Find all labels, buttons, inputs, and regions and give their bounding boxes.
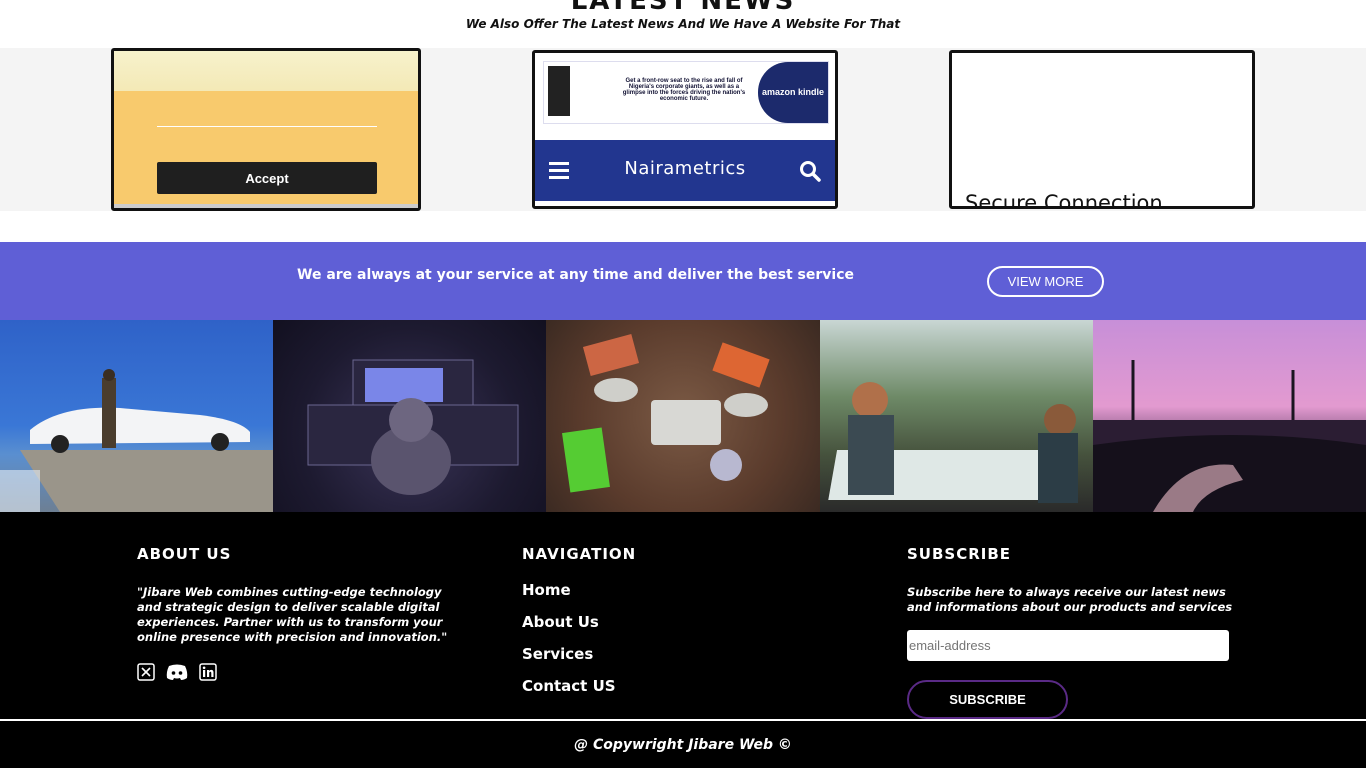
nav-link-services[interactable]: Services bbox=[522, 645, 636, 663]
navigation-section: NAVIGATION Home About Us Services Contac… bbox=[522, 545, 636, 695]
social-links bbox=[137, 663, 467, 681]
news-card-nairametrics[interactable]: Get a front-row seat to the rise and fal… bbox=[532, 50, 838, 209]
site-footer: ABOUT US "Jibare Web combines cutting-ed… bbox=[0, 512, 1366, 768]
about-us-section: ABOUT US "Jibare Web combines cutting-ed… bbox=[137, 545, 467, 681]
scrollbar bbox=[114, 204, 418, 208]
advertisement-banner[interactable]: Get a front-row seat to the rise and fal… bbox=[543, 61, 829, 124]
nairametrics-navbar: Nairametrics bbox=[535, 140, 835, 201]
discord-icon[interactable] bbox=[165, 663, 189, 681]
subscribe-section: SUBSCRIBE Subscribe here to always recei… bbox=[907, 545, 1237, 719]
gallery-image-car[interactable] bbox=[0, 320, 274, 512]
nairametrics-logo[interactable]: Nairametrics bbox=[535, 158, 835, 179]
footer-divider bbox=[0, 719, 1366, 721]
nav-link-about-us[interactable]: About Us bbox=[522, 613, 636, 631]
ad-text: Get a front-row seat to the rise and fal… bbox=[622, 78, 746, 102]
image-gallery bbox=[0, 320, 1366, 512]
cookie-banner-top bbox=[114, 51, 418, 91]
copyright-text: @ Copywright Jibare Web © bbox=[574, 737, 792, 753]
nav-link-home[interactable]: Home bbox=[522, 581, 636, 599]
latest-news-title: LATEST NEWS bbox=[570, 0, 796, 16]
view-more-button[interactable]: VIEW MORE bbox=[987, 266, 1104, 297]
subscribe-button[interactable]: SUBSCRIBE bbox=[907, 680, 1068, 719]
accept-button[interactable]: Accept bbox=[157, 162, 377, 194]
email-field[interactable] bbox=[907, 630, 1229, 661]
book-cover-image bbox=[548, 66, 570, 116]
latest-news-header: LATEST NEWS We Also Offer The Latest New… bbox=[0, 0, 1366, 48]
secure-connection-text: Secure Connection bbox=[965, 191, 1163, 209]
about-us-text: "Jibare Web combines cutting-edge techno… bbox=[137, 585, 448, 644]
subscribe-text: Subscribe here to always receive our lat… bbox=[907, 585, 1233, 614]
subscribe-title: SUBSCRIBE bbox=[907, 545, 1012, 563]
nav-link-contact-us[interactable]: Contact US bbox=[522, 677, 636, 695]
news-card-cookie[interactable]: Accept bbox=[111, 48, 421, 211]
navigation-title: NAVIGATION bbox=[522, 545, 637, 563]
gallery-image-kids-playing[interactable] bbox=[819, 320, 1093, 512]
divider bbox=[157, 126, 377, 127]
search-icon[interactable] bbox=[799, 160, 821, 182]
about-us-title: ABOUT US bbox=[137, 545, 232, 563]
x-icon[interactable] bbox=[137, 663, 155, 681]
gallery-image-sunset-drive[interactable] bbox=[1092, 320, 1366, 512]
amazon-kindle-badge: amazon kindle bbox=[758, 62, 828, 123]
service-banner: We are always at your service at any tim… bbox=[0, 242, 1366, 320]
linkedin-icon[interactable] bbox=[199, 663, 217, 681]
latest-news-subtitle: We Also Offer The Latest News And We Hav… bbox=[465, 17, 901, 31]
service-message: We are always at your service at any tim… bbox=[297, 267, 854, 283]
gallery-image-playstation[interactable] bbox=[546, 320, 820, 512]
gallery-image-retro-gaming[interactable] bbox=[273, 320, 547, 512]
news-card-secure[interactable]: Secure Connection bbox=[949, 50, 1255, 209]
